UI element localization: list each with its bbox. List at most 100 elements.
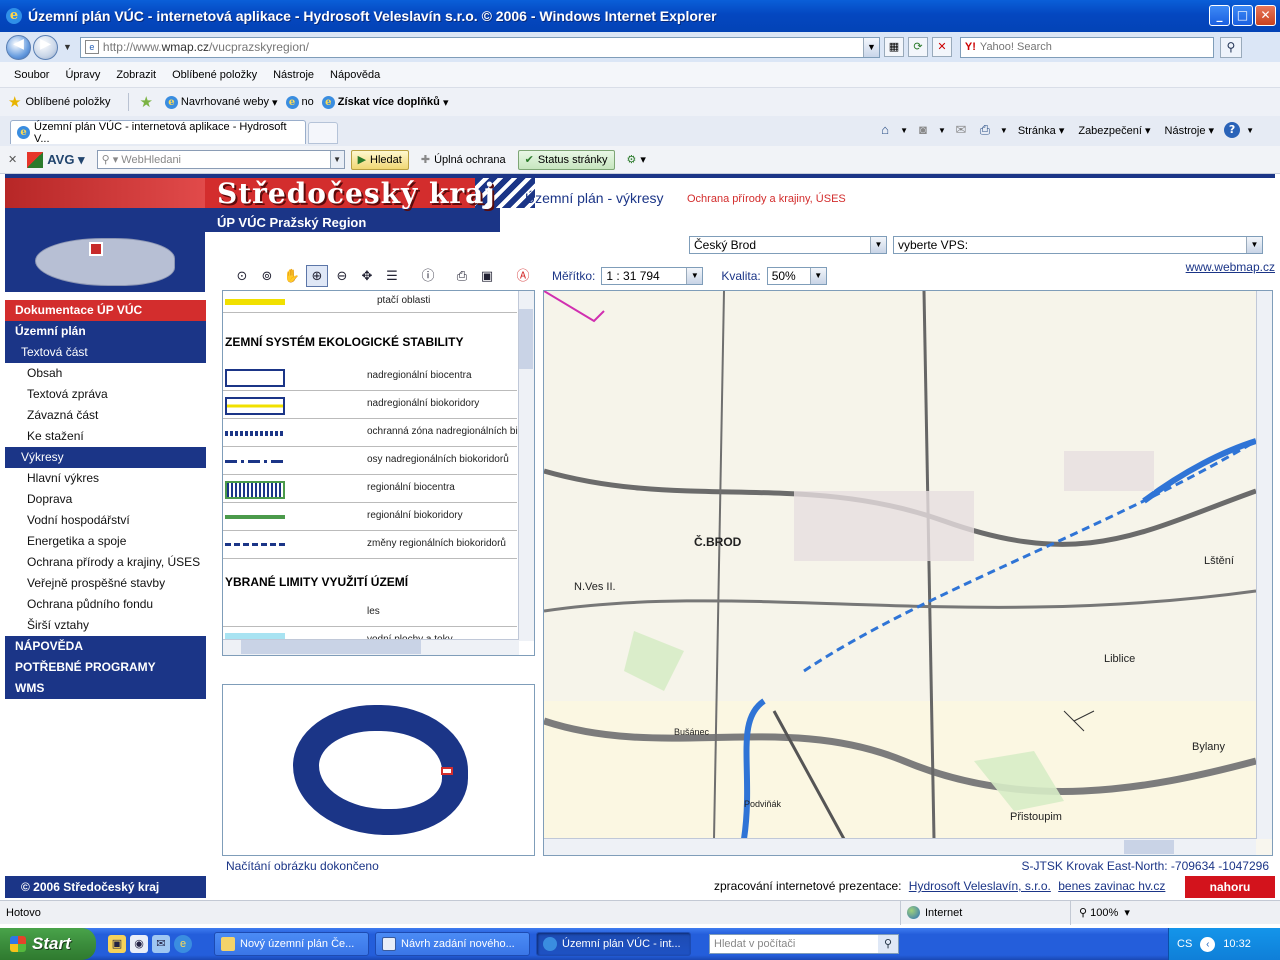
vps-select[interactable]: vyberte VPS: ▼ (893, 236, 1263, 254)
view-extent-marker[interactable] (441, 767, 453, 775)
close-toolbar-icon[interactable]: ✕ (8, 153, 17, 166)
ie-quick-launch-icon[interactable]: e (174, 935, 192, 953)
zoom-out-icon[interactable]: ⊖ (331, 265, 353, 287)
maximize-button[interactable]: □ (1232, 5, 1253, 26)
search-box[interactable]: Y! (959, 36, 1214, 58)
nav-wms[interactable]: WMS (5, 678, 206, 699)
menu-edit[interactable]: Úpravy (57, 69, 108, 81)
mail-icon[interactable]: ✉ (952, 122, 970, 138)
quick-launch-icon[interactable]: ◉ (130, 935, 148, 953)
back-to-top-button[interactable]: nahoru (1185, 876, 1275, 898)
scale-select[interactable]: 1 : 31 794 ▼ (601, 267, 704, 285)
recent-pages-dropdown-icon[interactable]: ▼ (63, 42, 72, 52)
avg-options-button[interactable]: ⚙ ▾ (621, 150, 652, 170)
info-icon[interactable]: ⓘ (417, 265, 439, 287)
chevron-down-icon[interactable]: ▼ (809, 268, 826, 284)
zoom-previous-icon[interactable]: ⊚ (256, 265, 278, 287)
chevron-down-icon[interactable]: ▼ (686, 268, 703, 284)
nav-item-water[interactable]: Vodní hospodářství (5, 510, 206, 531)
nav-text-part[interactable]: Textová část (5, 342, 206, 363)
avg-page-status-button[interactable]: ✔ Status stránky (517, 149, 615, 170)
stop-icon[interactable]: ✕ (931, 37, 952, 57)
nav-drawings[interactable]: Výkresy (5, 447, 206, 468)
legend-horizontal-scrollbar[interactable] (223, 639, 519, 655)
zoom-level[interactable]: ⚲ 100% ▾ (1070, 900, 1180, 925)
nav-item-soil-protection[interactable]: Ochrana půdního fondu (5, 594, 206, 615)
avg-full-protection-button[interactable]: ✚ Úplná ochrana (415, 150, 512, 170)
address-url[interactable]: http://www.wmap.cz/vucprazskyregion/ (103, 40, 863, 54)
map-vertical-scrollbar[interactable] (1256, 291, 1272, 839)
refresh-icon[interactable]: ⟳ (907, 37, 928, 57)
minimize-button[interactable]: _ (1209, 5, 1230, 26)
tray-icon[interactable]: ‹ (1200, 936, 1216, 952)
nav-help[interactable]: NÁPOVĚDA (5, 636, 206, 657)
scroll-thumb[interactable] (1124, 840, 1174, 854)
suggested-sites-link[interactable]: e Navrhované weby ▾ (164, 95, 278, 109)
zoom-to-extent-icon[interactable]: ⊙ (231, 265, 253, 287)
menu-help[interactable]: Nápověda (322, 69, 388, 81)
favorite-no-link[interactable]: e no (285, 95, 314, 109)
help-icon[interactable]: ? (1224, 122, 1241, 138)
address-field[interactable]: e http://www.wmap.cz/vucprazskyregion/ ▼ (79, 36, 880, 58)
add-favorite-button[interactable]: ★ (139, 93, 156, 111)
reset-icon[interactable]: Ⓐ (512, 265, 534, 287)
page-menu[interactable]: Stránka ▾ (1014, 124, 1069, 137)
map-horizontal-scrollbar[interactable] (544, 838, 1256, 855)
security-zone[interactable]: Internet (900, 900, 1070, 925)
favorites-button[interactable]: ★ Oblíbené položky (8, 93, 110, 111)
close-button[interactable]: ✕ (1255, 5, 1276, 26)
search-icon[interactable]: ⚲ (878, 935, 898, 953)
quality-select[interactable]: 50% ▼ (766, 267, 827, 285)
menu-view[interactable]: Zobrazit (108, 69, 164, 81)
nav-item-main-drawing[interactable]: Hlavní výkres (5, 468, 206, 489)
avg-find-button[interactable]: ▶ Hledat (350, 149, 409, 170)
email-link[interactable]: benes zavinac hv.cz (1058, 879, 1165, 893)
nav-item-transport[interactable]: Doprava (5, 489, 206, 510)
language-indicator[interactable]: CS (1177, 938, 1192, 950)
forward-button[interactable]: ▶ (33, 34, 58, 60)
quick-launch-icon[interactable]: ✉ (152, 935, 170, 953)
chevron-down-icon[interactable]: ▼ (870, 237, 886, 253)
security-menu[interactable]: Zabezpečení ▾ (1074, 124, 1154, 137)
start-button[interactable]: Start (0, 928, 96, 960)
avg-search-input[interactable]: ⚲ ▾ WebHledani ▼ (96, 150, 345, 169)
legend-vertical-scrollbar[interactable] (518, 291, 534, 641)
nav-programs[interactable]: POTŘEBNÉ PROGRAMY (5, 657, 206, 678)
taskbar-item-active[interactable]: Územní plán VÚC - int... (536, 932, 691, 956)
nav-documentation[interactable]: Dokumentace ÚP VÚC (5, 300, 206, 321)
main-map[interactable]: Č.BROD N.Ves II. Liblice Bylany Přistoup… (543, 290, 1273, 856)
feeds-icon[interactable]: ◙ (914, 122, 932, 138)
pan-hand-icon[interactable]: ✋ (281, 265, 303, 287)
print-icon[interactable]: ⎙ (976, 122, 994, 138)
tools-menu[interactable]: Nástroje ▾ (1161, 124, 1219, 137)
nav-item-download[interactable]: Ke stažení (5, 426, 206, 447)
avg-logo[interactable]: AVG ▾ (27, 151, 85, 168)
hydrosoft-link[interactable]: Hydrosoft Veleslavín, s.r.o. (909, 879, 1051, 893)
nav-plan[interactable]: Územní plán (5, 321, 206, 342)
nav-item-contents[interactable]: Obsah (5, 363, 206, 384)
move-icon[interactable]: ✥ (356, 265, 378, 287)
new-tab-button[interactable] (308, 122, 338, 144)
search-icon[interactable]: ⚲ (1219, 36, 1242, 58)
nav-item-text-report[interactable]: Textová zpráva (5, 384, 206, 405)
zoom-in-icon[interactable]: ⊕ (306, 265, 328, 287)
home-icon[interactable]: ⌂ (876, 122, 894, 138)
menu-favorites[interactable]: Oblíbené položky (164, 69, 265, 81)
save-icon[interactable]: ▣ (476, 265, 498, 287)
nav-item-energy[interactable]: Energetika a spoje (5, 531, 206, 552)
desktop-search[interactable]: Hledat v počítači ⚲ (709, 934, 899, 954)
scroll-thumb[interactable] (519, 309, 533, 369)
search-input[interactable] (979, 41, 1200, 53)
municipality-select[interactable]: Český Brod ▼ (689, 236, 887, 254)
nav-item-wider-relations[interactable]: Širší vztahy (5, 615, 206, 636)
taskbar-item[interactable]: Návrh zadání nového... (375, 932, 530, 956)
get-more-addons-link[interactable]: e Získat více doplňků ▾ (321, 95, 448, 109)
webmap-link[interactable]: www.webmap.cz (1186, 260, 1275, 274)
nav-item-nature-protection[interactable]: Ochrana přírody a krajiny, ÚSES (5, 552, 206, 573)
overview-map[interactable] (222, 684, 535, 856)
chevron-down-icon[interactable]: ▼ (329, 151, 344, 168)
browser-tab-active[interactable]: e Územní plán VÚC - internetová aplikace… (10, 120, 306, 145)
legend-list-icon[interactable]: ☰ (381, 265, 403, 287)
menu-tools[interactable]: Nástroje (265, 69, 322, 81)
menu-file[interactable]: Soubor (6, 69, 57, 81)
